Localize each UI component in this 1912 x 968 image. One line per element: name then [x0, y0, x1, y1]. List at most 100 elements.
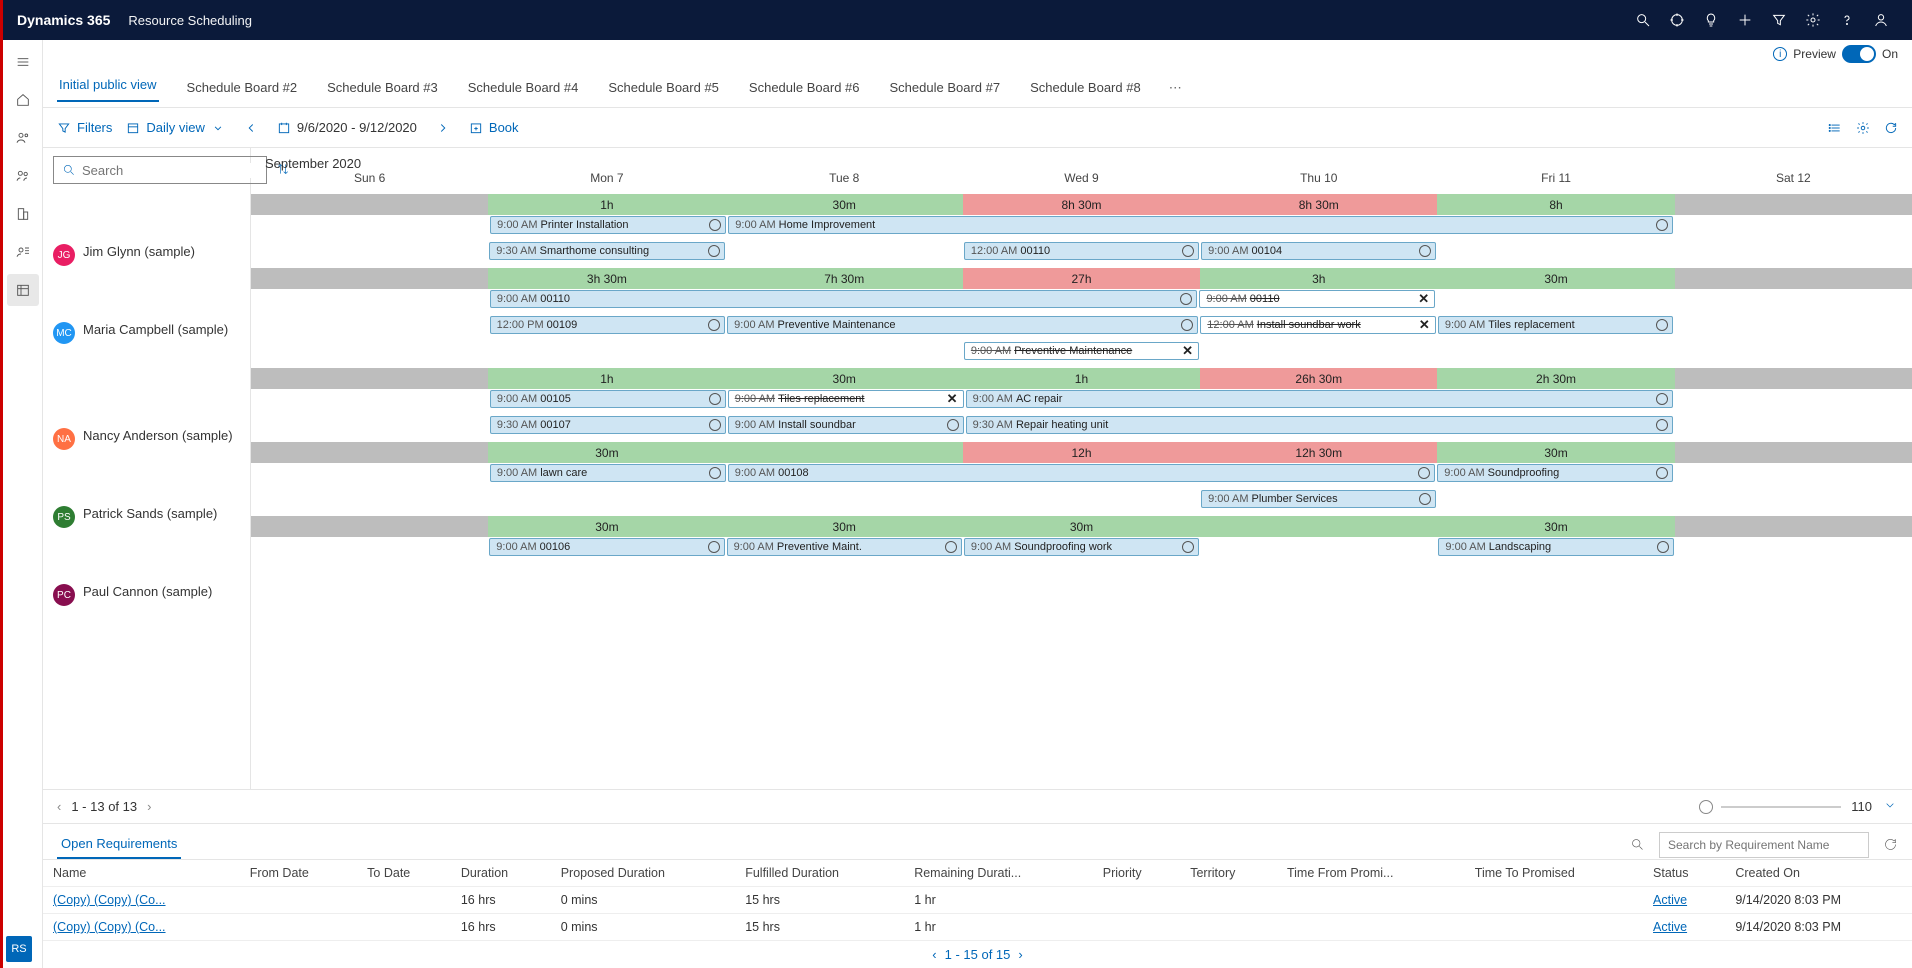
capacity-cell: 30m — [488, 441, 725, 463]
booking-block[interactable]: 9:00 AM00108 — [728, 464, 1436, 482]
board-tab[interactable]: Initial public view — [57, 73, 159, 102]
board-tab[interactable]: Schedule Board #2 — [185, 76, 300, 99]
requirement-link[interactable]: (Copy) (Copy) (Co... — [53, 893, 166, 907]
req-pager-prev-icon[interactable]: ‹ — [932, 947, 936, 962]
booking-block[interactable]: 9:00 AMTiles replacement — [1438, 316, 1674, 334]
list-view-icon[interactable] — [1828, 121, 1842, 135]
date-range-button[interactable]: 9/6/2020 - 9/12/2020 — [277, 120, 417, 135]
people-icon[interactable] — [7, 122, 39, 154]
zoom-slider[interactable] — [1699, 800, 1841, 814]
daily-view-button[interactable]: Daily view — [126, 120, 225, 135]
booking-block[interactable]: 9:30 AMRepair heating unit — [966, 416, 1674, 434]
table-header[interactable]: Territory — [1180, 860, 1277, 887]
account-icon[interactable] — [1864, 3, 1898, 37]
plus-icon[interactable] — [1728, 3, 1762, 37]
table-header[interactable]: Priority — [1093, 860, 1180, 887]
more-tabs-button[interactable]: ⋯ — [1169, 80, 1182, 96]
table-row[interactable]: (Copy) (Copy) (Co...16 hrs0 mins15 hrs1 … — [43, 914, 1912, 941]
booking-block[interactable]: 9:00 AMPlumber Services — [1201, 490, 1436, 508]
schedule-board-icon[interactable] — [7, 274, 39, 306]
app-switcher-badge[interactable]: RS — [6, 936, 32, 962]
booking-block[interactable]: 9:00 AMSoundproofing work — [964, 538, 1199, 556]
table-header[interactable]: Duration — [451, 860, 551, 887]
pager-prev-icon[interactable]: ‹ — [57, 799, 61, 814]
table-header[interactable]: Remaining Durati... — [904, 860, 1093, 887]
info-icon[interactable]: i — [1773, 47, 1787, 61]
booking-block[interactable]: 9:00 AMlawn care — [490, 464, 726, 482]
gear-icon[interactable] — [1796, 3, 1830, 37]
booking-block[interactable]: 9:00 AM00105 — [490, 390, 726, 408]
booking-block[interactable]: 12:00 AM00110 — [964, 242, 1199, 260]
capacity-cell: 30m — [726, 367, 963, 389]
booking-block[interactable]: 9:00 AMPreventive Maint. — [727, 538, 962, 556]
contact-icon[interactable] — [7, 236, 39, 268]
booking-block[interactable]: 12:00 PM00109 — [490, 316, 726, 334]
board-tab[interactable]: Schedule Board #5 — [606, 76, 721, 99]
booking-block[interactable]: 9:00 AM00110✕ — [1199, 290, 1435, 308]
table-header[interactable]: Fulfilled Duration — [735, 860, 904, 887]
resource-search-input[interactable] — [82, 163, 258, 178]
search-icon[interactable] — [1630, 837, 1645, 852]
board-tab[interactable]: Schedule Board #6 — [747, 76, 862, 99]
resource-row[interactable]: PSPatrick Sands (sample) — [43, 500, 250, 578]
refresh-icon[interactable] — [1883, 837, 1898, 852]
table-header[interactable]: Status — [1643, 860, 1725, 887]
status-link[interactable]: Active — [1653, 920, 1687, 934]
booking-block[interactable]: 9:30 AM00107 — [490, 416, 726, 434]
resource-row[interactable]: MCMaria Campbell (sample) — [43, 316, 250, 422]
next-period-button[interactable] — [431, 121, 455, 135]
target-icon[interactable] — [1660, 3, 1694, 37]
booking-block[interactable]: 12:00 AMInstall soundbar work✕ — [1200, 316, 1436, 334]
table-header[interactable]: From Date — [240, 860, 357, 887]
help-icon[interactable] — [1830, 3, 1864, 37]
refresh-icon[interactable] — [1884, 121, 1898, 135]
board-settings-icon[interactable] — [1856, 121, 1870, 135]
org-icon[interactable] — [7, 198, 39, 230]
booking-block[interactable]: 9:00 AM00110 — [490, 290, 1198, 308]
group-icon[interactable] — [7, 160, 39, 192]
req-pager-next-icon[interactable]: › — [1018, 947, 1022, 962]
booking-block[interactable]: 9:00 AMSoundproofing — [1437, 464, 1673, 482]
booking-block[interactable]: 9:00 AMAC repair — [966, 390, 1674, 408]
booking-block[interactable]: 9:00 AMHome Improvement — [728, 216, 1673, 234]
table-row[interactable]: (Copy) (Copy) (Co...16 hrs0 mins15 hrs1 … — [43, 887, 1912, 914]
table-header[interactable]: Name — [43, 860, 240, 887]
booking-block[interactable]: 9:00 AM00104 — [1201, 242, 1436, 260]
tab-open-requirements[interactable]: Open Requirements — [57, 830, 181, 859]
booking-block[interactable]: 9:30 AMSmarthome consulting — [489, 242, 724, 260]
booking-block[interactable]: 9:00 AMPrinter Installation — [490, 216, 726, 234]
prev-period-button[interactable] — [239, 121, 263, 135]
lightbulb-icon[interactable] — [1694, 3, 1728, 37]
booking-block[interactable]: 9:00 AM00106 — [489, 538, 724, 556]
table-header[interactable]: Proposed Duration — [551, 860, 735, 887]
board-tab[interactable]: Schedule Board #4 — [466, 76, 581, 99]
home-icon[interactable] — [7, 84, 39, 116]
booking-block[interactable]: 9:00 AMPreventive Maintenance✕ — [964, 342, 1199, 360]
table-header[interactable]: Created On — [1725, 860, 1912, 887]
requirements-search-input[interactable] — [1659, 832, 1869, 858]
pager-next-icon[interactable]: › — [147, 799, 151, 814]
resource-row[interactable]: PCPaul Cannon (sample) — [43, 578, 250, 628]
table-header[interactable]: Time From Promi... — [1277, 860, 1465, 887]
table-header[interactable]: To Date — [357, 860, 451, 887]
resource-row[interactable]: JGJim Glynn (sample) — [43, 238, 250, 316]
board-tab[interactable]: Schedule Board #3 — [325, 76, 440, 99]
preview-toggle[interactable] — [1842, 45, 1876, 63]
board-tab[interactable]: Schedule Board #7 — [888, 76, 1003, 99]
collapse-icon[interactable] — [1882, 797, 1898, 816]
filter-icon[interactable] — [1762, 3, 1796, 37]
menu-icon[interactable] — [7, 46, 39, 78]
resource-search-box[interactable] — [53, 156, 267, 184]
resource-row[interactable]: NANancy Anderson (sample) — [43, 422, 250, 500]
board-tab[interactable]: Schedule Board #8 — [1028, 76, 1143, 99]
booking-block[interactable]: 9:00 AMTiles replacement✕ — [728, 390, 964, 408]
status-link[interactable]: Active — [1653, 893, 1687, 907]
search-icon[interactable] — [1626, 3, 1660, 37]
booking-block[interactable]: 9:00 AMPreventive Maintenance — [727, 316, 1198, 334]
requirement-link[interactable]: (Copy) (Copy) (Co... — [53, 920, 166, 934]
booking-block[interactable]: 9:00 AMInstall soundbar — [728, 416, 964, 434]
book-button[interactable]: Book — [469, 120, 519, 135]
filters-button[interactable]: Filters — [57, 120, 112, 135]
table-header[interactable]: Time To Promised — [1465, 860, 1643, 887]
booking-block[interactable]: 9:00 AMLandscaping — [1438, 538, 1673, 556]
